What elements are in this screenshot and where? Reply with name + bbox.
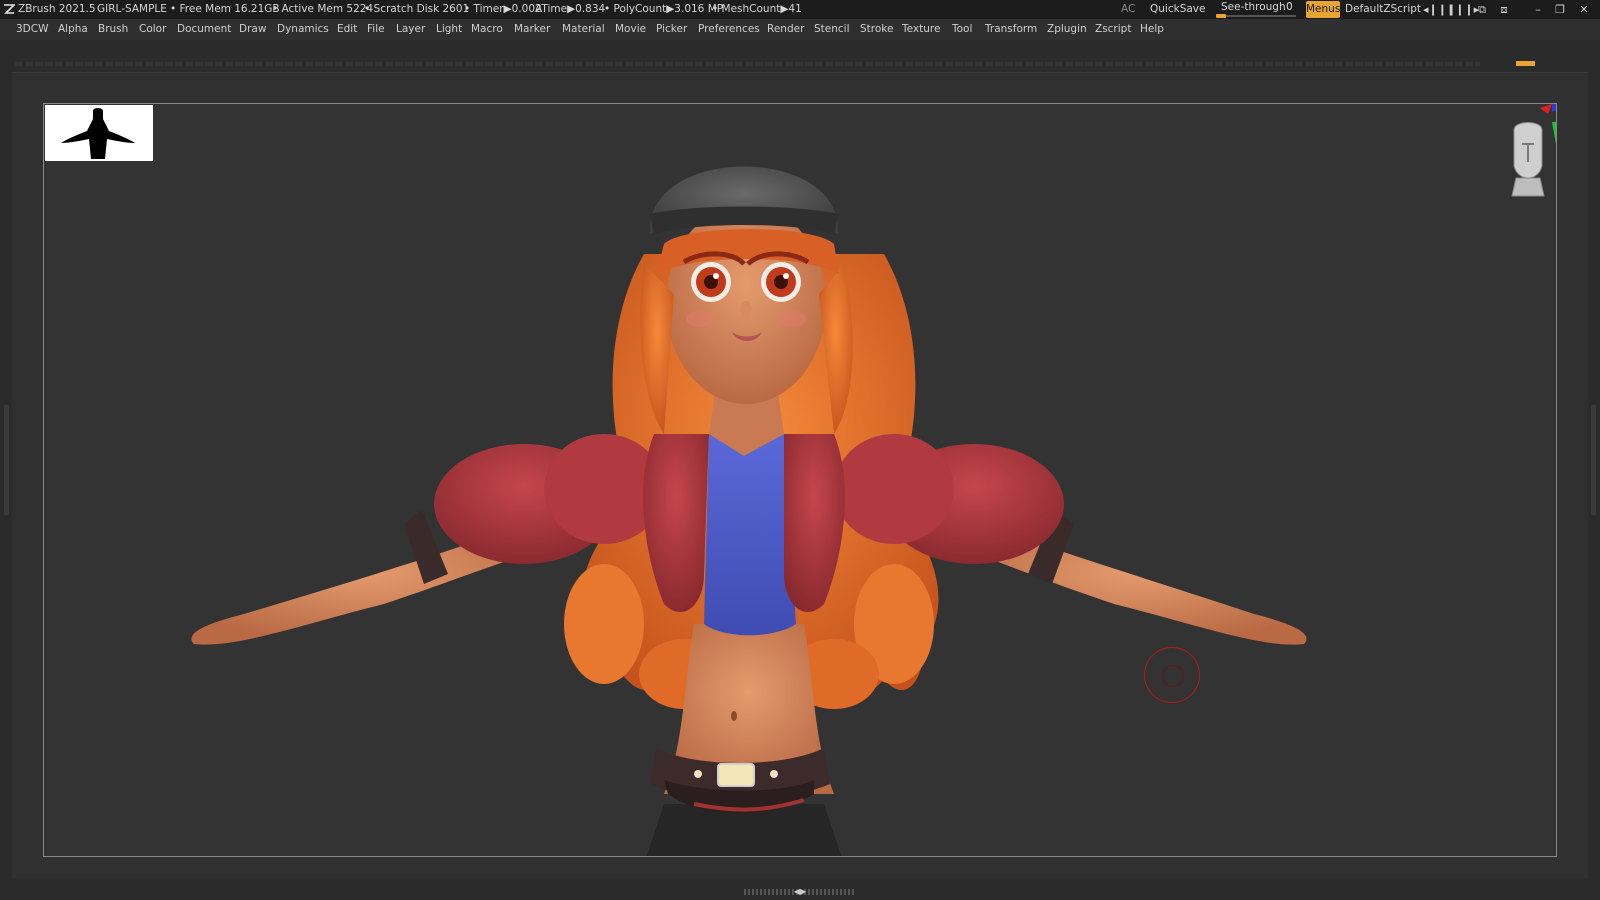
menu-zscript[interactable]: Zscript xyxy=(1095,19,1131,40)
navigation-cube[interactable] xyxy=(1506,104,1556,214)
left-tray-handle[interactable] xyxy=(4,405,9,515)
menu-marker[interactable]: Marker xyxy=(514,19,550,40)
app-name: ZBrush 2021.5 xyxy=(18,3,96,15)
menu-render[interactable]: Render xyxy=(767,19,804,40)
minimize-icon[interactable]: – xyxy=(1530,0,1546,19)
menu-movie[interactable]: Movie xyxy=(615,19,646,40)
quicksave-button[interactable]: QuickSave xyxy=(1150,0,1205,19)
menu-light[interactable]: Light xyxy=(436,19,462,40)
zbrush-logo-icon xyxy=(4,4,15,14)
menu-help[interactable]: Help xyxy=(1140,19,1164,40)
timer: • Timer▶0.002 xyxy=(464,3,542,15)
menu-alpha[interactable]: Alpha xyxy=(58,19,88,40)
y-axis-arrow xyxy=(1552,122,1556,144)
menu-stroke[interactable]: Stroke xyxy=(860,19,893,40)
seethrough-slider[interactable] xyxy=(1216,14,1296,18)
shrink-ui-icon[interactable]: ◂❙❙❙ xyxy=(1423,0,1456,19)
atime: ATime▶0.834 xyxy=(535,3,606,15)
menu-draw[interactable]: Draw xyxy=(239,19,266,40)
canvas-viewport[interactable] xyxy=(43,103,1557,857)
expand-ui-icon[interactable]: ❙❙❙▸ xyxy=(1446,0,1479,19)
menu-stencil[interactable]: Stencil xyxy=(814,19,850,40)
cap xyxy=(649,166,839,234)
menu-file[interactable]: File xyxy=(367,19,385,40)
menu-zplugin[interactable]: Zplugin xyxy=(1047,19,1087,40)
seethrough-slider-thumb[interactable] xyxy=(1216,14,1226,18)
menu-macro[interactable]: Macro xyxy=(471,19,503,40)
free-mem: • Free Mem 16.21GB xyxy=(170,3,280,15)
silhouette-thumbnail[interactable] xyxy=(45,105,153,161)
window-arrange-icon[interactable]: ⧈ xyxy=(1496,0,1512,19)
bottom-tray-arrows-icon[interactable]: ◀▶ xyxy=(790,886,810,898)
menu-3dcw[interactable]: 3DCW xyxy=(16,19,48,40)
menu-dynamics[interactable]: Dynamics xyxy=(277,19,329,40)
menu-bar: 3DCW Alpha Brush Color Document Draw Dyn… xyxy=(0,19,1600,40)
document-name: GIRL-SAMPLE xyxy=(97,3,167,15)
right-tray-handle[interactable] xyxy=(1591,405,1596,515)
menu-transform[interactable]: Transform xyxy=(985,19,1037,40)
menu-edit[interactable]: Edit xyxy=(337,19,357,40)
menu-material[interactable]: Material xyxy=(562,19,605,40)
meshcount: • MeshCount▶41 xyxy=(712,3,802,15)
menu-preferences[interactable]: Preferences xyxy=(698,19,760,40)
menu-brush[interactable]: Brush xyxy=(98,19,128,40)
top-shelf xyxy=(0,40,1600,72)
brush-cursor xyxy=(1144,647,1200,703)
menus-button[interactable]: Menus xyxy=(1306,1,1340,18)
menu-tool[interactable]: Tool xyxy=(952,19,972,40)
restore-icon[interactable]: ❐ xyxy=(1552,0,1568,19)
menu-document[interactable]: Document xyxy=(177,19,231,40)
polycount: • PolyCount▶3.016 MP xyxy=(604,3,724,15)
layout-toggle-icon[interactable]: ⧉ xyxy=(1474,0,1490,19)
title-bar: ZBrush 2021.5 GIRL-SAMPLE • Free Mem 16.… xyxy=(0,0,1600,19)
character-model[interactable] xyxy=(44,104,1557,857)
menu-layer[interactable]: Layer xyxy=(396,19,425,40)
menu-texture[interactable]: Texture xyxy=(902,19,940,40)
default-zscript-button[interactable]: DefaultZScript xyxy=(1345,0,1421,19)
ac-button[interactable]: AC xyxy=(1121,0,1135,19)
z-axis-arrow xyxy=(1552,104,1556,111)
silhouette-icon xyxy=(61,108,135,159)
close-icon[interactable]: ✕ xyxy=(1576,0,1592,19)
menu-color[interactable]: Color xyxy=(139,19,166,40)
active-mem: • Active Mem 5224 xyxy=(272,3,374,15)
x-axis-arrow xyxy=(1540,104,1552,114)
shelf-divider xyxy=(15,62,1480,66)
shelf-marker xyxy=(1516,61,1535,66)
scratch-disk: • Scratch Disk 2601 xyxy=(364,3,470,15)
menu-picker[interactable]: Picker xyxy=(656,19,687,40)
